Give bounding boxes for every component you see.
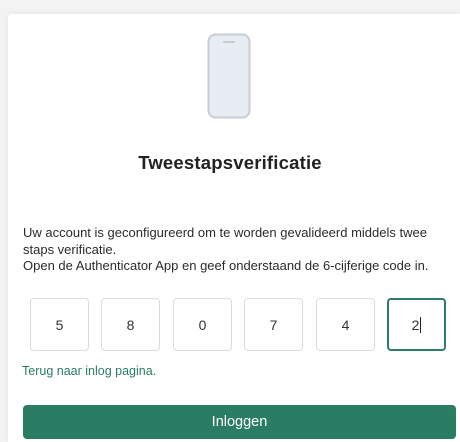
back-to-login-link[interactable]: Terug naar inlog pagina. [22, 364, 156, 378]
code-digit-6[interactable]: 2 [387, 298, 446, 351]
code-digit-value: 0 [198, 316, 207, 333]
login-button[interactable]: Inloggen [23, 405, 456, 439]
code-digit-4[interactable]: 7 [244, 298, 303, 351]
text-caret [420, 316, 422, 333]
code-digit-value: 8 [126, 316, 135, 333]
code-digit-value: 5 [55, 316, 64, 333]
smartphone-icon [207, 33, 251, 119]
code-digit-5[interactable]: 4 [316, 298, 375, 351]
instructions-line-1: Uw account is geconfigureerd om te worde… [23, 225, 427, 257]
code-digit-3[interactable]: 0 [173, 298, 232, 351]
code-digit-value: 4 [341, 316, 350, 333]
page-title: Tweestapsverificatie [138, 152, 322, 173]
code-input-group: 5 8 0 7 4 2 [30, 298, 448, 353]
instructions-text: Uw account is geconfigureerd om te worde… [23, 225, 443, 275]
code-digit-1[interactable]: 5 [30, 298, 89, 351]
instructions-line-2: Open de Authenticator App en geef onders… [23, 258, 429, 273]
code-digit-2[interactable]: 8 [101, 298, 160, 351]
code-digit-value: 7 [269, 316, 278, 333]
code-digit-value: 2 [411, 316, 420, 333]
